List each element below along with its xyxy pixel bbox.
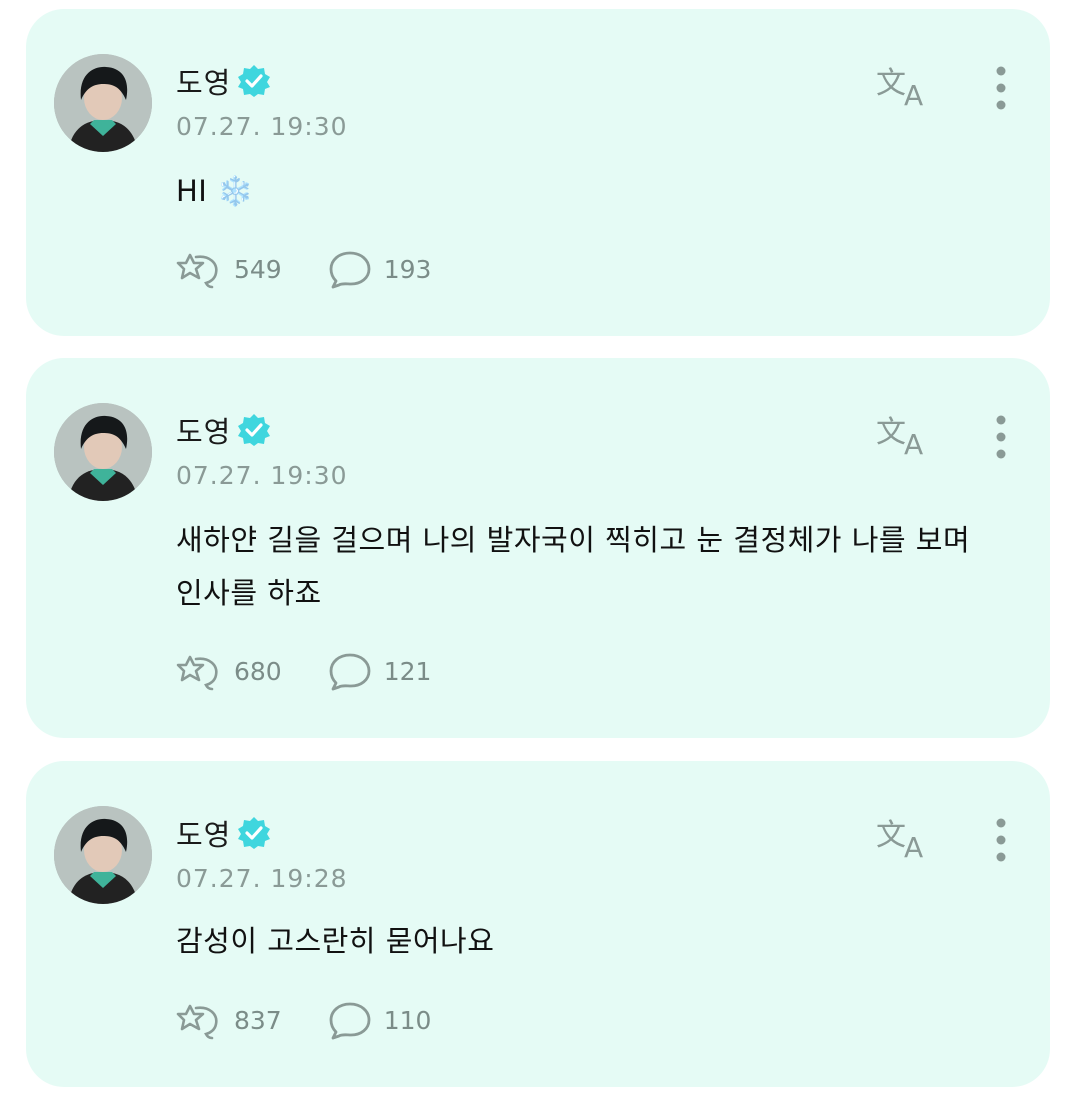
post-timestamp: 07.27. 19:30: [176, 461, 348, 490]
svg-text:A: A: [904, 831, 923, 861]
post-timestamp: 07.27. 19:28: [176, 864, 348, 893]
avatar[interactable]: [54, 54, 152, 152]
svg-text:文: 文: [876, 818, 906, 853]
star-reaction-icon: [176, 253, 218, 289]
comment-button[interactable]: 193: [328, 249, 432, 289]
post-timestamp: 07.27. 19:30: [176, 112, 348, 141]
post-text: 감성이 고스란히 묻어나요: [176, 924, 495, 958]
comment-button[interactable]: 121: [328, 651, 432, 691]
author-name[interactable]: 도영: [176, 60, 231, 102]
svg-text:A: A: [904, 79, 923, 109]
verified-badge-icon: [238, 817, 271, 849]
comment-bubble-icon: [329, 1002, 371, 1040]
like-button[interactable]: 549: [176, 249, 282, 289]
like-button[interactable]: 680: [176, 651, 282, 691]
more-vertical-icon[interactable]: [986, 65, 1016, 111]
avatar[interactable]: [54, 403, 152, 501]
like-button[interactable]: 837: [176, 1000, 282, 1040]
author-name[interactable]: 도영: [176, 812, 231, 854]
author-name[interactable]: 도영: [176, 409, 231, 451]
translate-icon[interactable]: 文 A: [876, 63, 934, 109]
like-count: 837: [234, 1005, 282, 1035]
like-count: 680: [234, 656, 282, 686]
more-vertical-icon[interactable]: [986, 414, 1016, 460]
star-reaction-icon: [176, 655, 218, 691]
star-reaction-icon: [176, 1004, 218, 1040]
comment-bubble-icon: [329, 653, 371, 691]
verified-badge-icon: [238, 414, 271, 446]
comment-count: 121: [383, 656, 432, 686]
post-card[interactable]: 도영 07.27. 19:30 文 A 새하얀 길을 걸으며 나의 발자국이 찍…: [26, 358, 1050, 738]
like-count: 549: [234, 254, 282, 284]
comment-button[interactable]: 110: [328, 1000, 432, 1040]
post-text: 새하얀 길을 걸으며 나의 발자국이 찍히고 눈 결정체가 나를 보며 인사를 …: [176, 523, 971, 610]
post-card[interactable]: 도영 07.27. 19:28 文 A 감성이 고스란히 묻어나요 837 11…: [26, 761, 1050, 1087]
svg-text:A: A: [904, 428, 923, 458]
verified-badge-icon: [238, 65, 271, 97]
translate-icon[interactable]: 文 A: [876, 412, 934, 458]
comment-bubble-icon: [329, 251, 371, 289]
avatar[interactable]: [54, 806, 152, 904]
more-vertical-icon[interactable]: [986, 817, 1016, 863]
translate-icon[interactable]: 文 A: [876, 815, 934, 861]
svg-text:文: 文: [876, 415, 906, 450]
comment-count: 193: [383, 254, 432, 284]
post-text: HI ❄️: [176, 174, 254, 208]
svg-text:文: 文: [876, 66, 906, 101]
comment-count: 110: [383, 1005, 432, 1035]
post-card[interactable]: 도영 07.27. 19:30 文 A HI ❄️ 549 193: [26, 9, 1050, 336]
